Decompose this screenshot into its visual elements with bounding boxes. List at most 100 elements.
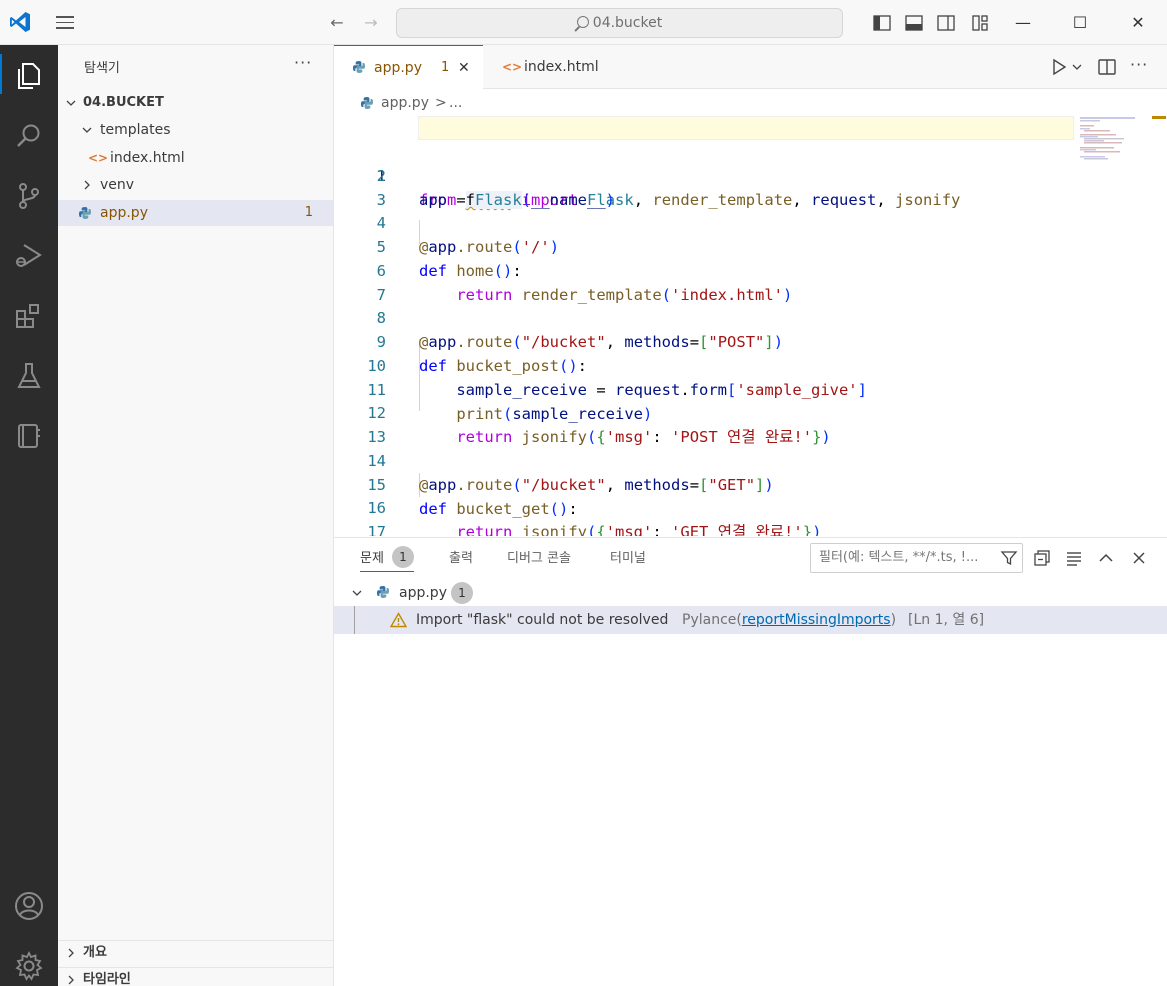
- chevron-down-icon[interactable]: [1072, 57, 1082, 77]
- code-line: 17: [334, 496, 1167, 536]
- activity-bar: [0, 45, 58, 986]
- testing-button[interactable]: [0, 350, 58, 398]
- folder-root-label: 04.BUCKET: [83, 95, 164, 110]
- code-line: 2 app = Flask(__name__): [334, 140, 1167, 209]
- split-editor-icon[interactable]: [1097, 57, 1117, 77]
- command-center-search[interactable]: 04.bucket: [396, 8, 843, 38]
- tree-item-index-html[interactable]: <> index.html: [58, 145, 333, 171]
- source-control-button[interactable]: [0, 170, 58, 218]
- maximize-panel-icon[interactable]: [1096, 548, 1116, 568]
- editor-tabs: app.py 1 ✕ <> index.html ···: [334, 45, 1167, 89]
- problem-file-count: 1: [451, 582, 473, 604]
- search-text: 04.bucket: [592, 15, 663, 31]
- problem-file-row[interactable]: app.py 1: [334, 580, 1167, 606]
- tab-app-py[interactable]: app.py 1 ✕: [334, 45, 483, 89]
- remote-explorer-button[interactable]: [0, 410, 58, 458]
- tree-item-templates[interactable]: templates: [58, 117, 333, 143]
- tab-label: app.py: [374, 60, 422, 76]
- chevron-right-icon: [68, 975, 74, 985]
- view-as-list-icon[interactable]: [1064, 548, 1084, 568]
- search-icon: [576, 16, 589, 28]
- panel-tab-label: 문제: [360, 551, 384, 566]
- accounts-button[interactable]: [0, 880, 58, 928]
- code-line: 1 from flask import Flask, render_templa…: [334, 116, 1167, 209]
- folder-root[interactable]: 04.BUCKET: [58, 90, 333, 116]
- breadcrumb-file[interactable]: app.py: [381, 90, 429, 116]
- code-line: 6 return render_template('index.html'): [334, 235, 1167, 304]
- filter-icon[interactable]: [1000, 549, 1018, 567]
- tab-index-html[interactable]: <> index.html: [484, 45, 633, 89]
- problem-message: Import "flask" could not be resolved: [416, 612, 669, 628]
- chevron-right-icon: [68, 948, 74, 958]
- code-editor[interactable]: 1 from flask import Flask, render_templa…: [334, 116, 1167, 536]
- explorer-button[interactable]: [0, 50, 58, 98]
- account-icon: [15, 892, 43, 920]
- warning-icon: [390, 612, 407, 628]
- code-line: 11 print(sample_receive): [334, 354, 1167, 423]
- code-line: 3: [334, 164, 1167, 209]
- toggle-panel-icon[interactable]: [904, 13, 924, 33]
- section-label: 타임라인: [83, 972, 131, 986]
- tree-item-label: venv: [100, 177, 135, 193]
- customize-layout-icon[interactable]: [970, 13, 990, 33]
- run-python-file-icon[interactable]: [1049, 57, 1069, 77]
- breadcrumb-symbols[interactable]: ...: [449, 90, 462, 116]
- breadcrumb-separator: >: [435, 95, 447, 111]
- problem-item[interactable]: Import "flask" could not be resolved Pyl…: [334, 606, 1167, 634]
- python-file-icon: [79, 207, 91, 219]
- problem-rule-link[interactable]: reportMissingImports: [742, 612, 891, 628]
- toggle-primary-sidebar-icon[interactable]: [872, 13, 892, 33]
- sidebar-more-actions-button[interactable]: ···: [294, 53, 312, 72]
- maximize-window-button[interactable]: ☐: [1057, 8, 1103, 38]
- run-debug-icon: [16, 244, 42, 267]
- menu-icon[interactable]: [54, 12, 76, 34]
- run-and-debug-button[interactable]: [0, 230, 58, 278]
- html-file-icon: <>: [502, 60, 523, 74]
- collapse-all-icon[interactable]: [1032, 548, 1052, 568]
- tab-problems[interactable]: 문제 1: [360, 546, 414, 572]
- problem-source: Pylance: [682, 612, 737, 628]
- code-line: 13: [334, 401, 1167, 446]
- tree-item-app-py[interactable]: app.py 1: [58, 200, 333, 226]
- manage-button[interactable]: [0, 940, 58, 986]
- panel-tab-label: 디버그 콘솔: [507, 551, 571, 566]
- tree-item-label: index.html: [110, 150, 185, 166]
- more-actions-icon[interactable]: ···: [1130, 57, 1148, 77]
- section-timeline[interactable]: 타임라인: [58, 967, 333, 986]
- tree-item-label: templates: [100, 122, 171, 138]
- toggle-secondary-sidebar-icon[interactable]: [936, 13, 956, 33]
- code-line: 18 if __name__ == '__main__':: [334, 520, 1167, 536]
- vscode-logo-icon: [10, 12, 30, 32]
- forward-arrow-icon[interactable]: →: [360, 12, 382, 34]
- chevron-right-icon: [84, 180, 90, 190]
- chevron-down-icon: [82, 127, 92, 133]
- close-window-button[interactable]: ✕: [1115, 8, 1161, 38]
- flask-icon: [17, 363, 41, 388]
- section-outline[interactable]: 개요: [58, 940, 333, 966]
- panel-tab-label: 터미널: [610, 551, 646, 566]
- problem-count-badge: 1: [304, 205, 313, 220]
- close-panel-icon[interactable]: [1129, 548, 1149, 568]
- section-label: 개요: [83, 945, 107, 960]
- panel-tab-label: 출력: [449, 551, 473, 566]
- tab-problem-badge: 1: [441, 60, 450, 75]
- tab-terminal[interactable]: 터미널: [610, 546, 646, 572]
- problems-filter-input[interactable]: 필터(예: 텍스트, **/*.ts, !...: [810, 543, 1023, 573]
- minimap[interactable]: [1080, 116, 1140, 161]
- explorer-sidebar: 탐색기 ··· 04.BUCKET templates <> index.htm…: [58, 45, 334, 986]
- extensions-button[interactable]: [0, 290, 58, 338]
- tab-debug-console[interactable]: 디버그 콘솔: [507, 546, 571, 572]
- problem-position: [Ln 1, 열 6]: [908, 612, 985, 628]
- minimize-window-button[interactable]: —: [1000, 8, 1046, 38]
- back-arrow-icon[interactable]: ←: [326, 12, 348, 34]
- tab-output[interactable]: 출력: [449, 546, 473, 572]
- tree-item-label: app.py: [100, 205, 148, 221]
- tab-close-icon[interactable]: ✕: [458, 46, 470, 90]
- notebook-icon: [18, 424, 40, 448]
- search-button[interactable]: [0, 110, 58, 158]
- tree-item-venv[interactable]: venv: [58, 172, 333, 198]
- search-icon: [17, 124, 40, 147]
- bottom-panel: 문제 1 출력 디버그 콘솔 터미널 필터(예: 텍스트, **/*.ts, !.…: [334, 537, 1167, 986]
- extensions-icon: [16, 304, 39, 328]
- code-line: 4 @app.route('/'): [334, 187, 1167, 256]
